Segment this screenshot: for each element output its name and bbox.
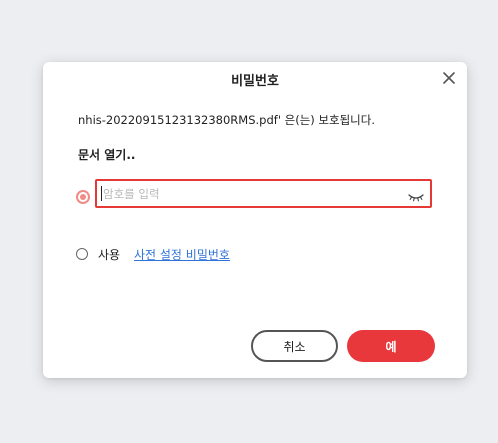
radio-enter-password[interactable] — [76, 190, 90, 204]
preset-password-link[interactable]: 사전 설정 비밀번호 — [134, 246, 230, 263]
protected-file-message: nhis-20220915123132380RMS.pdf' 은(는) 보호됩니… — [78, 113, 375, 127]
radio-use-preset[interactable] — [76, 248, 88, 260]
text-caret — [101, 186, 102, 201]
eye-closed-icon — [408, 194, 424, 202]
password-dialog: 비밀번호 nhis-20220915123132380RMS.pdf' 은(는)… — [43, 62, 467, 378]
close-icon — [443, 72, 455, 84]
ok-button[interactable]: 예 — [347, 330, 435, 362]
close-button[interactable] — [441, 70, 457, 86]
use-label: 사용 — [98, 248, 121, 262]
dialog-title: 비밀번호 — [231, 74, 279, 89]
show-password-toggle[interactable] — [408, 188, 424, 202]
cancel-button[interactable]: 취소 — [251, 330, 338, 362]
password-input[interactable] — [101, 184, 403, 203]
open-document-label: 문서 열기.. — [78, 148, 136, 162]
password-field[interactable] — [95, 179, 432, 208]
